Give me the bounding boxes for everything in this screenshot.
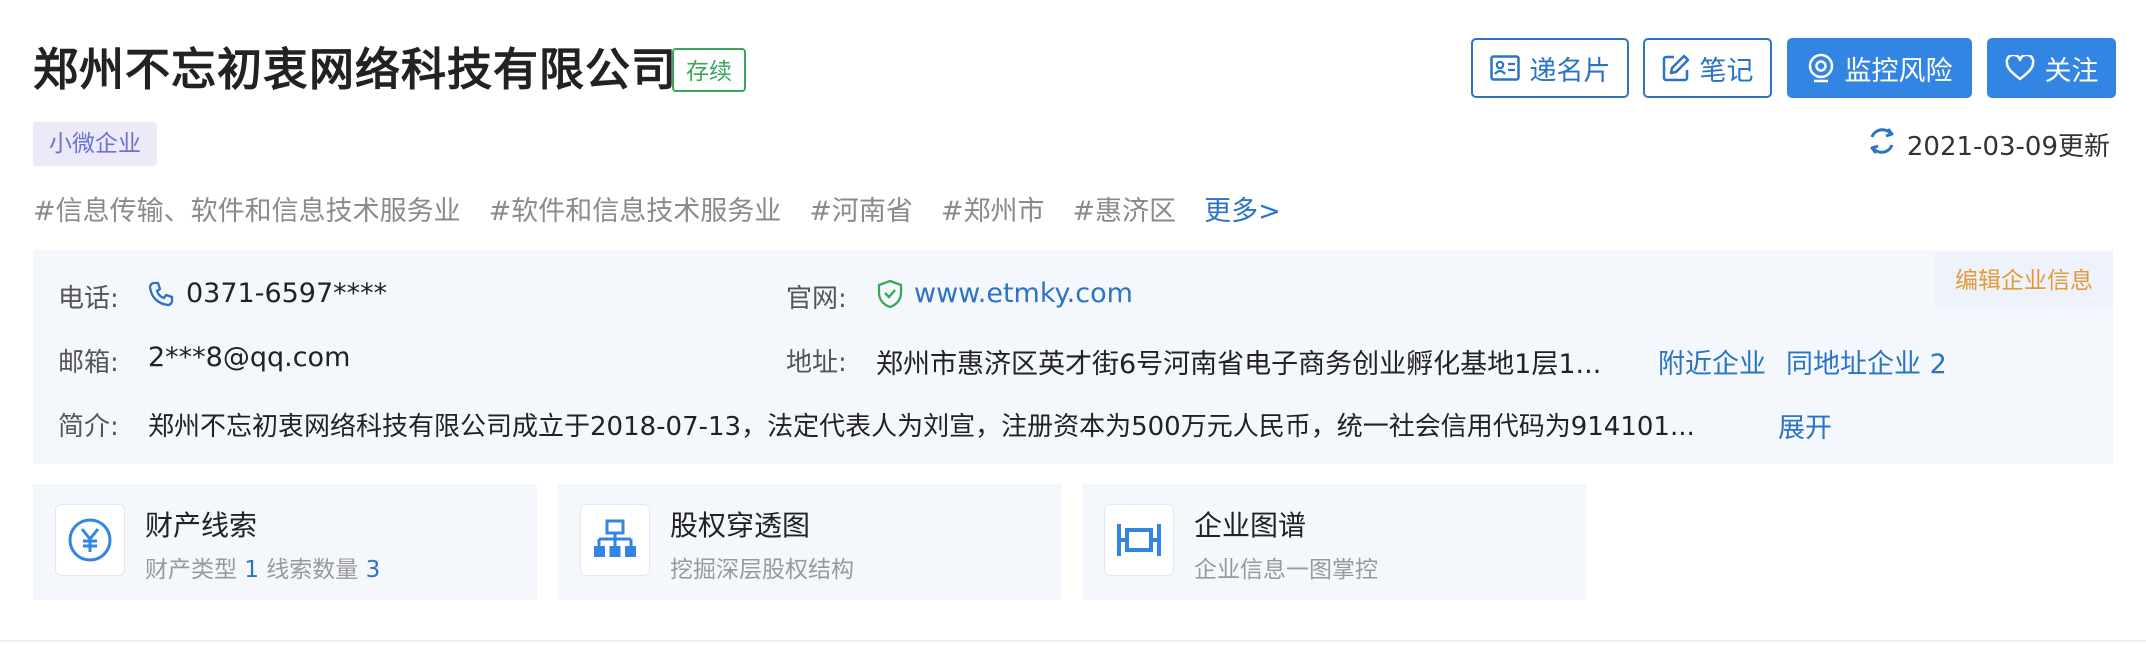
tag-item[interactable]: #郑州市 [941,189,1045,228]
same-address-label: 同地址企业 [1786,349,1921,380]
address-label: 地址: [786,348,847,378]
update-info: 2021-03-09更新 [1867,124,2110,164]
card-subtitle: 挖掘深层股权结构 [670,557,854,583]
intro-label: 简介: [58,412,119,442]
scale-tag: 小微企业 [33,122,157,166]
clue-count: 3 [365,557,381,583]
company-graph-card[interactable]: 企业图谱 企业信息一图掌控 [1082,484,1586,600]
card-title: 股权穿透图 [670,509,811,542]
phone-icon [147,280,175,312]
asset-type-count: 1 [244,557,259,583]
expand-link[interactable]: 展开 [1778,406,1832,445]
phone-label: 电话: [58,284,119,314]
tag-item[interactable]: #信息传输、软件和信息技术服务业 [33,189,461,228]
property-clues-card[interactable]: 财产线索 财产类型 1 线索数量 3 [33,484,537,600]
heart-icon [2005,55,2035,81]
phone-value[interactable]: 0371-6597**** [186,278,387,309]
business-card-icon [1489,55,1520,81]
monitor-camera-icon [1807,53,1835,83]
tag-item[interactable]: #河南省 [809,189,913,228]
website-link[interactable]: www.etmky.com [914,278,1133,309]
monitor-risk-label: 监控风险 [1844,55,1953,87]
send-card-label: 递名片 [1529,55,1611,87]
edit-note-icon [1662,54,1690,82]
company-name: 郑州不忘初衷网络科技有限公司 [33,43,678,96]
divider [0,640,2146,642]
note-button[interactable]: 笔记 [1643,38,1772,98]
website-label: 官网: [786,284,847,314]
nearby-companies-link[interactable]: 附近企业 [1658,342,1766,381]
address-value: 郑州市惠济区英才街6号河南省电子商务创业孵化基地1层1... [876,349,1602,380]
clue-count-label: 线索数量 [266,557,359,583]
asset-type-label: 财产类型 [145,557,237,583]
tag-item[interactable]: #惠济区 [1073,189,1177,228]
tag-item[interactable]: #软件和信息技术服务业 [489,189,782,228]
card-subtitle: 财产类型 1 线索数量 3 [145,550,380,584]
more-tags-link[interactable]: 更多> [1204,189,1281,228]
intro-text: 郑州不忘初衷网络科技有限公司成立于2018-07-13，法定代表人为刘宣，注册资… [148,412,1695,442]
card-title: 企业图谱 [1194,509,1307,542]
follow-label: 关注 [2044,55,2099,87]
email-label: 邮箱: [58,348,119,378]
follow-button[interactable]: 关注 [1987,38,2116,98]
status-badge: 存续 [672,48,746,92]
send-card-button[interactable]: 递名片 [1471,38,1629,98]
card-subtitle: 企业信息一图掌控 [1194,557,1378,583]
org-chart-icon [580,504,650,576]
equity-penetration-card[interactable]: 股权穿透图 挖掘深层股权结构 [558,484,1062,600]
monitor-risk-button[interactable]: 监控风险 [1787,38,1972,98]
update-date: 2021-03-09更新 [1906,131,2110,162]
tag-list: #信息传输、软件和信息技术服务业 #软件和信息技术服务业 #河南省 #郑州市 #… [33,188,1281,228]
same-address-link[interactable]: 同地址企业 2 [1786,342,1947,381]
email-value[interactable]: 2***8@qq.com [148,342,350,373]
same-address-count: 2 [1929,349,1947,380]
graph-icon [1104,504,1174,576]
card-title: 财产线索 [145,509,258,542]
note-label: 笔记 [1699,55,1754,87]
verified-shield-icon [876,279,904,313]
refresh-icon[interactable] [1867,125,1897,164]
edit-company-info-button[interactable]: 编辑企业信息 [1935,253,2113,309]
yen-icon [55,504,125,576]
